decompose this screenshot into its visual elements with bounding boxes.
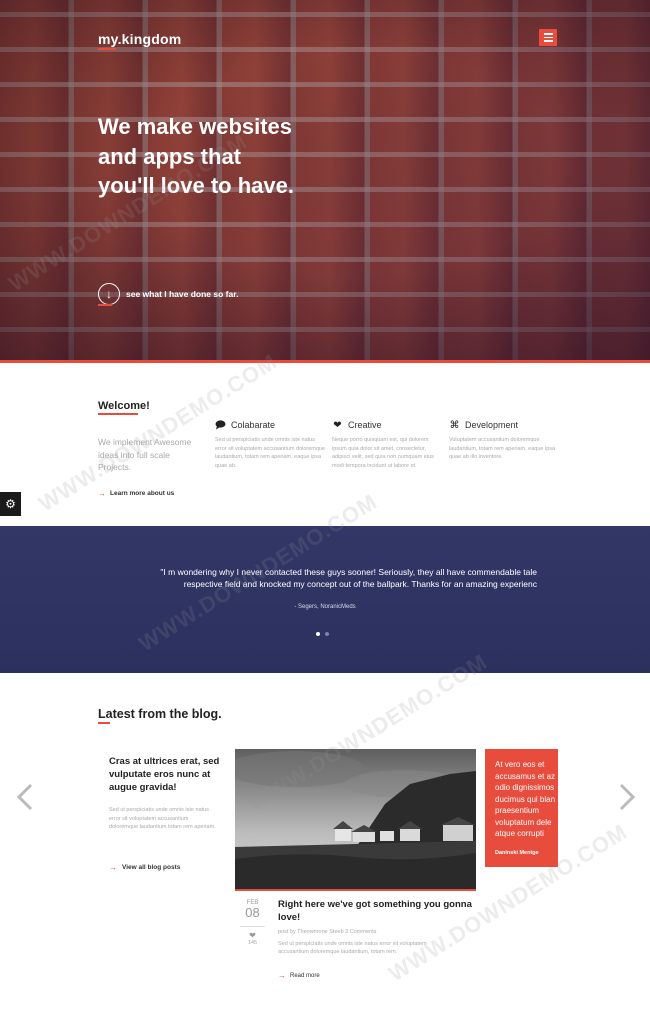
welcome-title: Welcome!: [98, 400, 150, 412]
arrow-right-icon: →: [98, 489, 106, 498]
feature-development: ⌘ Development Voluptatem accusantium dol…: [449, 420, 561, 462]
welcome-underline: [98, 413, 138, 415]
quote-card-line: At vero eos et: [495, 760, 545, 769]
quote-card-line: ducimus qui blan: [495, 794, 556, 804]
hero-title: We make websites and apps that you'll lo…: [98, 114, 294, 198]
feature-creative: ❤ Creative Neque porro quisquam est, qui…: [332, 420, 444, 470]
quote-card-line: atque corrupti: [495, 829, 544, 838]
testimonial-section: "I m wondering why I never contacted the…: [0, 526, 650, 673]
command-icon: ⌘: [449, 419, 460, 431]
menu-button[interactable]: [539, 29, 557, 46]
hero-section: my.kingdom We make websites and apps tha…: [0, 0, 650, 362]
quote-card: At vero eos et accusamus et az odio dign…: [485, 749, 558, 867]
feature-title: Development: [465, 420, 519, 430]
blog-post-photo[interactable]: [235, 749, 476, 890]
main-post-title[interactable]: Right here we've got something you gonna…: [278, 898, 478, 924]
view-all-label[interactable]: View all blog posts: [122, 864, 180, 871]
welcome-description: We implement Awesome ideas into full sca…: [98, 437, 192, 472]
hero-cta-label[interactable]: see what I have done so far.: [126, 289, 238, 299]
left-post-excerpt: Sed ut perspiciatis unde omnis iste natu…: [109, 807, 216, 830]
chevron-right-icon[interactable]: [618, 783, 636, 818]
testimonial-quote-line-2: respective field and knocked my concept …: [183, 579, 537, 589]
view-all-posts-link[interactable]: → View all blog posts: [109, 863, 180, 872]
post-date: FEB 08 ❤ 145: [240, 900, 265, 946]
arrow-down-circle-icon[interactable]: ↓: [98, 283, 120, 305]
feature-text: Voluptatem accusantium doloremque laudan…: [449, 437, 556, 460]
quote-card-line: praesentium: [495, 806, 540, 815]
post-meta: post by Theownrone Steeb 3 Comments: [278, 929, 377, 935]
hero-cta-link[interactable]: ↓ see what I have done so far.: [98, 283, 238, 305]
date-divider: [240, 926, 265, 927]
slider-dot[interactable]: [316, 632, 320, 636]
post-day: 08: [245, 905, 260, 920]
testimonial-quote-line-1: "I m wondering why I never contacted the…: [160, 567, 537, 577]
slider-dots: [316, 632, 329, 636]
read-more-link[interactable]: → Read more: [278, 971, 320, 980]
feature-text: Sed ut perspiciatis unde omnis iste natu…: [215, 437, 326, 469]
feature-title: Creative: [348, 420, 382, 430]
arrow-right-icon: →: [109, 863, 117, 872]
slider-dot[interactable]: [325, 632, 329, 636]
hamburger-icon: [543, 33, 553, 35]
testimonial-author: - Segers, NoranicMeds: [294, 604, 356, 610]
learn-more-link[interactable]: → Learn more about us: [98, 489, 174, 498]
like-count: 145: [247, 940, 258, 946]
blog-title-underline: [98, 722, 110, 724]
chevron-left-icon[interactable]: [16, 783, 34, 818]
main-post-excerpt: Sed ut perspiciatis unde omnis iste natu…: [278, 941, 427, 955]
gear-icon[interactable]: ⚙: [0, 492, 21, 516]
learn-more-label[interactable]: Learn more about us: [110, 490, 174, 497]
heart-icon: ❤: [333, 419, 342, 431]
cta-underline: [98, 304, 112, 306]
arrow-right-icon: →: [278, 971, 286, 980]
heart-icon[interactable]: ❤: [240, 931, 265, 940]
speech-bubble-icon: [215, 420, 226, 430]
feature-title: Colabarate: [231, 420, 276, 430]
photo-divider: [235, 889, 476, 891]
quote-card-author: Daninski Mentge: [495, 850, 539, 856]
read-more-label[interactable]: Read more: [290, 973, 320, 979]
blog-section-title: Latest from the blog.: [98, 707, 222, 721]
feature-colabarate: Colabarate Sed ut perspiciatis unde omni…: [215, 420, 327, 470]
quote-card-line: odio dignissimos: [495, 783, 555, 792]
logo-underline: [98, 48, 116, 50]
quote-card-line: voluptatum dele: [495, 817, 552, 827]
hero-divider: [0, 360, 650, 363]
quote-card-line: accusamus et az: [495, 771, 556, 781]
feature-text: Neque porro quisquam est, qui dolorem ip…: [332, 437, 434, 469]
site-logo[interactable]: my.kingdom: [98, 31, 181, 47]
left-post-title[interactable]: Cras at ultrices erat, sed vulputate ero…: [109, 755, 224, 794]
